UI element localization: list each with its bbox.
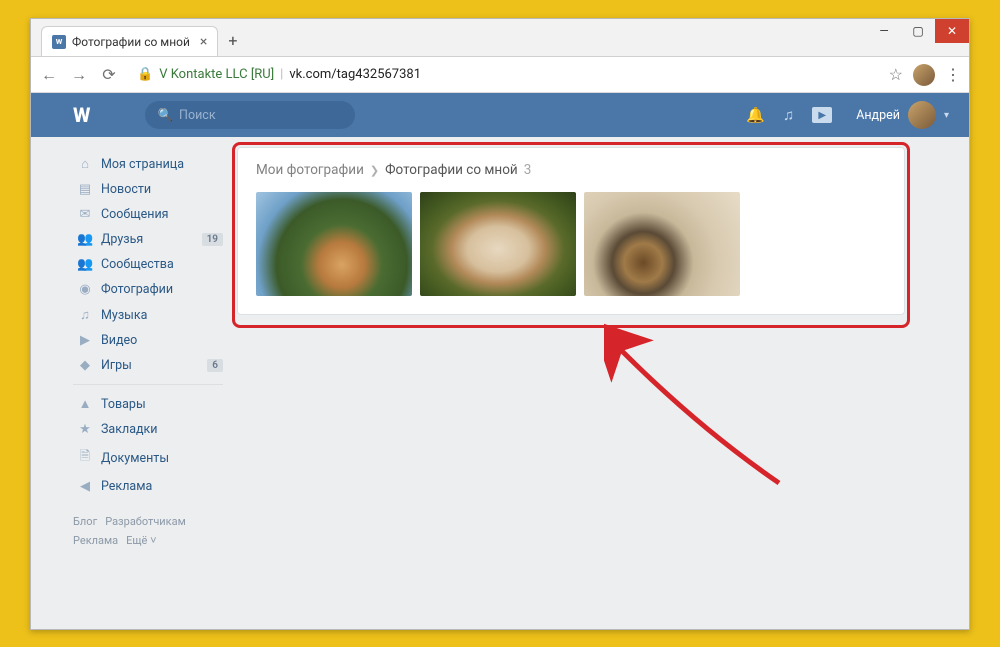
music-note-icon: ♫ (77, 307, 93, 323)
footer-link-blog[interactable]: Блог (73, 515, 97, 528)
browser-address-bar: ← → ⟳ 🔒 V Kontakte LLC [RU] | vk.com/tag… (31, 57, 969, 93)
games-icon: ◆ (77, 358, 93, 373)
sidebar-item-label: Фотографии (101, 282, 173, 297)
sidebar-item-label: Реклама (101, 479, 152, 494)
sidebar-item-label: Сообщения (101, 207, 169, 222)
new-tab-button[interactable]: + (228, 31, 237, 50)
video-icon: ▶ (77, 333, 93, 348)
reload-button[interactable]: ⟳ (99, 65, 119, 84)
sidebar-item-label: Закладки (101, 422, 158, 437)
sidebar-item-ads[interactable]: ◀ Реклама (73, 474, 223, 499)
friends-icon: 👥 (77, 232, 93, 247)
message-icon: ✉ (77, 207, 93, 222)
sidebar-item-communities[interactable]: 👥 Сообщества (73, 252, 223, 277)
sidebar-divider (73, 384, 223, 385)
browser-tab[interactable]: w Фотографии со мной × (41, 26, 218, 56)
photo-thumbnail[interactable] (256, 192, 412, 296)
url-input[interactable]: 🔒 V Kontakte LLC [RU] | vk.com/tag432567… (129, 63, 879, 86)
breadcrumb: Мои фотографии ❯ Фотографии со мной 3 (256, 162, 886, 178)
bookmark-star-icon[interactable]: ☆ (889, 65, 903, 84)
sidebar-item-music[interactable]: ♫ Музыка (73, 302, 223, 328)
sidebar-item-label: Друзья (101, 232, 143, 247)
sidebar-item-label: Документы (101, 451, 169, 466)
chevron-right-icon: ❯ (370, 164, 379, 177)
sidebar-item-label: Игры (101, 358, 132, 373)
tab-close-icon[interactable]: × (200, 34, 207, 50)
chrome-menu-icon[interactable]: ⋮ (945, 65, 961, 84)
url-identity: V Kontakte LLC [RU] (159, 67, 274, 82)
sidebar-item-label: Новости (101, 182, 151, 197)
footer-link-more[interactable]: Ещё ˅ (126, 534, 156, 547)
chevron-down-icon: ▾ (944, 110, 949, 121)
footer-link-ads[interactable]: Реклама (73, 534, 118, 547)
play-icon[interactable]: ▶ (812, 107, 832, 123)
username-label: Андрей (856, 108, 900, 123)
forward-button[interactable]: → (69, 65, 89, 85)
content-wrapper: Мои фотографии ❯ Фотографии со мной 3 (237, 147, 905, 315)
sidebar-badge: 19 (202, 233, 223, 246)
window-controls: — ▢ ✕ (867, 19, 969, 43)
sidebar-item-documents[interactable]: 🗎 Документы (73, 442, 223, 474)
browser-window: w Фотографии со мной × + — ▢ ✕ ← → ⟳ 🔒 V… (30, 18, 970, 630)
browser-titlebar: w Фотографии со мной × + — ▢ ✕ (31, 19, 969, 57)
footer-link-developers[interactable]: Разработчикам (105, 515, 186, 528)
maximize-button[interactable]: ▢ (901, 19, 935, 43)
lock-icon: 🔒 (137, 67, 153, 82)
photo-thumbnail[interactable] (420, 192, 576, 296)
url-path: vk.com/tag432567381 (289, 67, 421, 82)
document-icon: 🗎 (77, 447, 93, 469)
photo-count: 3 (524, 162, 532, 178)
sidebar-item-market[interactable]: ▲ Товары (73, 391, 223, 417)
news-icon: ▤ (77, 182, 93, 197)
minimize-button[interactable]: — (867, 19, 901, 43)
footer-links: Блог Разработчикам Реклама Ещё ˅ (73, 513, 223, 550)
vk-body: ⌂ Моя страница ▤ Новости ✉ Сообщения 👥 Друзь… (31, 137, 969, 560)
vk-search-input[interactable]: 🔍 Поиск (145, 101, 355, 129)
vk-page: W 🔍 Поиск 🔔 ♫ ▶ Андрей ▾ ⌂ Моя страница ▤… (31, 93, 969, 629)
sidebar-item-label: Моя страница (101, 157, 184, 172)
sidebar-item-label: Сообщества (101, 257, 174, 272)
chrome-profile-avatar[interactable] (913, 64, 935, 86)
vk-header: W 🔍 Поиск 🔔 ♫ ▶ Андрей ▾ (31, 93, 969, 137)
url-separator: | (280, 67, 283, 82)
sidebar-item-my-page[interactable]: ⌂ Моя страница (73, 151, 223, 177)
sidebar-item-video[interactable]: ▶ Видео (73, 328, 223, 353)
sidebar-item-friends[interactable]: 👥 Друзья 19 (73, 227, 223, 252)
photo-grid (256, 192, 886, 296)
home-icon: ⌂ (77, 156, 93, 172)
sidebar-item-label: Видео (101, 333, 137, 348)
close-button[interactable]: ✕ (935, 19, 969, 43)
sidebar-item-games[interactable]: ◆ Игры 6 (73, 353, 223, 378)
star-icon: ★ (77, 422, 93, 437)
sidebar-item-photos[interactable]: ◉ Фотографии (73, 277, 223, 302)
sidebar-item-messages[interactable]: ✉ Сообщения (73, 202, 223, 227)
breadcrumb-parent[interactable]: Мои фотографии (256, 162, 364, 178)
megaphone-icon: ◀ (77, 479, 93, 494)
music-icon[interactable]: ♫ (783, 106, 794, 124)
sidebar: ⌂ Моя страница ▤ Новости ✉ Сообщения 👥 Друзь… (73, 147, 223, 550)
search-icon: 🔍 (157, 108, 173, 123)
tab-title: Фотографии со мной (72, 35, 190, 49)
vk-logo[interactable]: W (73, 103, 89, 127)
notifications-icon[interactable]: 🔔 (746, 106, 765, 124)
search-placeholder: Поиск (179, 108, 216, 123)
sidebar-item-label: Товары (101, 397, 146, 412)
bag-icon: ▲ (77, 396, 93, 412)
vk-user-menu[interactable]: Андрей ▾ (856, 101, 949, 129)
user-avatar (908, 101, 936, 129)
camera-icon: ◉ (77, 282, 93, 297)
sidebar-item-label: Музыка (101, 308, 147, 323)
breadcrumb-current: Фотографии со мной (385, 162, 518, 178)
photos-panel: Мои фотографии ❯ Фотографии со мной 3 (237, 147, 905, 315)
back-button[interactable]: ← (39, 65, 59, 85)
vk-favicon: w (52, 35, 66, 49)
photo-thumbnail[interactable] (584, 192, 740, 296)
sidebar-item-news[interactable]: ▤ Новости (73, 177, 223, 202)
sidebar-item-bookmarks[interactable]: ★ Закладки (73, 417, 223, 442)
communities-icon: 👥 (77, 257, 93, 272)
sidebar-badge: 6 (207, 359, 223, 372)
